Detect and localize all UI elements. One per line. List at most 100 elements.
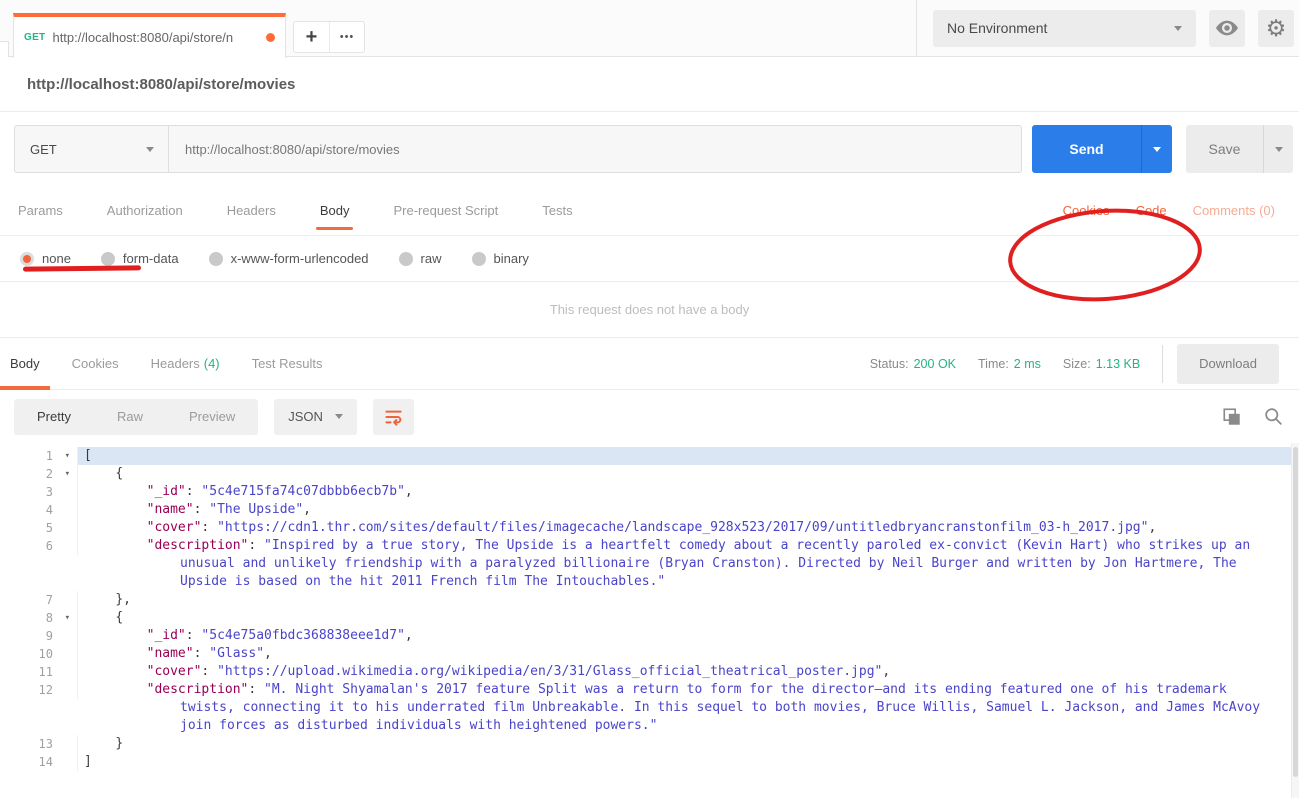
new-tab-button[interactable]: + [294,22,329,52]
view-pretty[interactable]: Pretty [14,409,94,424]
search-response-button[interactable] [1264,407,1283,426]
request-title-row: http://localhost:8080/api/store/movies [0,57,1299,112]
save-options-button[interactable] [1263,125,1293,173]
tab-headers[interactable]: Headers [227,186,276,236]
save-button[interactable]: Save [1186,125,1263,173]
time-value: 2 ms [1013,356,1041,371]
copy-response-button[interactable] [1222,407,1242,427]
body-type-x-www-form-urlencoded[interactable]: x-www-form-urlencoded [208,251,369,266]
send-button[interactable]: Send [1032,125,1141,173]
code-line-content: "name": "Glass", [146,646,272,661]
request-builder-row: GET Send Save [0,112,1299,302]
response-tab-test-results[interactable]: Test Results [252,338,323,390]
time-label: Time: [978,356,1009,371]
code-line-content: "cover": "https://upload.wikimedia.org/w… [146,664,891,679]
response-toolbar: Pretty Raw Preview JSON [0,390,1299,443]
radio-icon [208,251,223,266]
download-button[interactable]: Download [1177,343,1279,384]
chevron-down-icon [1153,146,1161,152]
fold-caret-icon[interactable]: ▾ [65,609,70,627]
tab-body[interactable]: Body [315,186,354,236]
body-type-label: x-www-form-urlencoded [230,251,369,266]
url-input[interactable] [168,125,1022,173]
divider [1162,344,1164,383]
tab-pre-request-script[interactable]: Pre-request Script [393,186,498,236]
wrap-lines-button[interactable] [372,398,414,435]
body-type-raw[interactable]: raw [398,251,442,266]
line-number: 7 [0,591,78,609]
status-label: Status: [869,356,909,371]
line-number: 10 [0,645,78,663]
code-lines: 1 ▾[2 ▾ {3 "_id": "5c4e715fa74c07dbbb6ecb7… [0,447,1299,771]
view-mode-segment: Pretty Raw Preview [14,398,259,435]
radio-icon [100,251,115,266]
code-line-content: "name": "The Upside", [146,502,311,517]
view-raw[interactable]: Raw [94,409,166,424]
body-type-form-data[interactable]: form-data [100,251,179,266]
fold-caret-icon[interactable]: ▾ [65,447,70,465]
copy-icon [1223,407,1240,425]
gear-icon: ⚙ [1265,14,1287,41]
body-type-none[interactable]: none [20,251,71,266]
environment-quick-look-button[interactable] [1209,9,1245,47]
radio-icon [471,251,486,266]
line-number: 2 ▾ [0,465,78,483]
empty-body-row: This request does not have a body [0,282,1299,338]
response-tab-body[interactable]: Body [0,338,50,390]
line-number: 13 [0,735,78,753]
tab-options-button[interactable]: ••• [329,22,364,52]
code-line: 6 "description": "Inspired by a true sto… [0,537,1299,591]
request-section-tabs: Params Authorization Headers Body Pre-re… [0,186,1299,236]
request-tab[interactable]: GET http://localhost:8080/api/store/n [13,13,286,58]
code-line: 5 "cover": "https://cdn1.thr.com/sites/d… [0,519,1299,537]
settings-button[interactable]: ⚙ [1258,9,1294,47]
tab-url-label: http://localhost:8080/api/store/n [52,30,234,45]
tab-params[interactable]: Params [18,186,63,236]
code-line-content: "description": "M. Night Shyamalan's 201… [146,682,1268,733]
code-line-content: }, [84,592,131,607]
code-line: 10 "name": "Glass", [0,645,1299,663]
send-button-group: Send [1032,125,1172,173]
chevron-down-icon [1174,25,1182,31]
previous-tab-edge [0,41,9,57]
format-select-label: JSON [288,409,323,424]
tab-actions: + ••• [293,21,365,53]
scrollbar-thumb[interactable] [1293,447,1298,777]
method-select[interactable]: GET [14,125,168,173]
response-tab-cookies[interactable]: Cookies [72,338,119,390]
word-wrap-icon [385,410,402,426]
fold-caret-icon[interactable]: ▾ [65,465,70,483]
view-preview[interactable]: Preview [166,409,258,424]
line-number: 12 [0,681,78,699]
code-line-content: ] [84,754,92,769]
environment-select[interactable]: No Environment [933,9,1196,47]
response-body-code[interactable]: 1 ▾[2 ▾ {3 "_id": "5c4e715fa74c07dbbb6ecb7… [0,443,1299,798]
line-number: 14 [0,753,78,771]
code-link[interactable]: Code [1136,203,1167,218]
code-line: 7 }, [0,591,1299,609]
line-number: 11 [0,663,78,681]
comments-link[interactable]: Comments (0) [1193,203,1275,218]
response-scrollbar[interactable] [1291,443,1299,798]
status-value: 200 OK [913,356,956,371]
code-line-content: "_id": "5c4e715fa74c07dbbb6ecb7b", [146,484,413,499]
search-icon [1265,408,1282,425]
headers-count-badge: (4) [203,356,220,371]
cookies-link[interactable]: Cookies [1063,203,1110,218]
send-options-button[interactable] [1141,125,1172,173]
code-line: 4 "name": "The Upside", [0,501,1299,519]
format-select[interactable]: JSON [274,398,357,435]
body-type-row: none form-data x-www-form-urlencoded raw… [0,236,1299,282]
size-value: 1.13 KB [1095,356,1141,371]
environment-select-label: No Environment [947,20,1048,36]
response-tab-headers[interactable]: Headers (4) [151,338,220,390]
response-tab-headers-label: Headers [150,356,200,371]
tab-authorization[interactable]: Authorization [107,186,183,236]
body-type-label: form-data [122,251,179,266]
body-type-label: raw [420,251,442,266]
body-type-binary[interactable]: binary [471,251,529,266]
code-line: 11 "cover": "https://upload.wikimedia.or… [0,663,1299,681]
code-line: 1 ▾[ [0,447,1299,465]
top-bar: GET http://localhost:8080/api/store/n + … [0,0,1299,58]
tab-tests[interactable]: Tests [542,186,572,236]
